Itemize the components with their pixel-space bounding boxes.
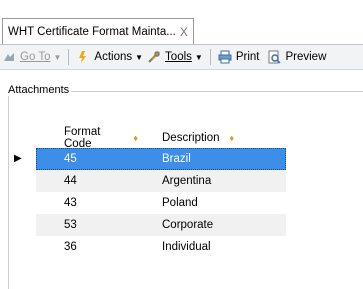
preview-icon xyxy=(267,50,282,64)
attachments-label: Attachments xyxy=(6,84,72,96)
preview-label: Preview xyxy=(285,51,327,63)
column-header-label: Description xyxy=(162,132,220,144)
actions-icon xyxy=(76,50,90,64)
tab-title: WHT Certificate Format Mainta... xyxy=(8,25,176,38)
grid-header: Format Code ♦ Description ♦ xyxy=(36,126,286,150)
cell-description: Corporate xyxy=(162,219,214,231)
cell-description: Brazil xyxy=(162,153,191,165)
toolbar-separator xyxy=(68,49,70,65)
cell-format-code: 45 xyxy=(64,153,77,165)
format-grid: Format Code ♦ Description ♦ ▶ 45 Brazil … xyxy=(14,126,286,258)
chevron-down-icon: ▼ xyxy=(194,52,203,62)
actions-label: Actions xyxy=(94,51,133,63)
table-row[interactable]: 36 Individual xyxy=(36,236,286,258)
close-icon[interactable]: X xyxy=(180,25,188,39)
goto-label: Go To xyxy=(20,51,51,63)
tab-wht-certificate-format[interactable]: WHT Certificate Format Mainta... X xyxy=(2,18,194,44)
cell-format-code: 44 xyxy=(64,175,77,187)
cell-description: Individual xyxy=(162,241,211,253)
row-indicator-icon: ▶ xyxy=(14,153,22,164)
cell-description: Argentina xyxy=(162,175,212,187)
tools-button[interactable]: Tools ▼ xyxy=(145,46,205,68)
cell-format-code: 36 xyxy=(64,241,77,253)
toolbar-separator xyxy=(209,49,211,65)
tools-label: Tools xyxy=(165,51,192,63)
cell-format-code: 43 xyxy=(64,197,77,209)
goto-icon xyxy=(2,50,16,64)
actions-button[interactable]: Actions ▼ xyxy=(74,46,145,68)
goto-button[interactable]: Go To ▼ xyxy=(0,46,63,68)
column-header-label: Format Code xyxy=(64,126,101,150)
preview-button[interactable]: Preview xyxy=(265,46,328,68)
column-header-format-code[interactable]: Format Code ♦ xyxy=(36,126,138,150)
tab-strip: WHT Certificate Format Mainta... X xyxy=(0,0,363,44)
column-header-description[interactable]: Description ♦ xyxy=(138,132,240,144)
cell-description: Poland xyxy=(162,197,198,209)
table-row[interactable]: 43 Poland xyxy=(36,192,286,214)
table-row[interactable]: ▶ 45 Brazil xyxy=(14,148,286,170)
table-row[interactable]: 53 Corporate xyxy=(36,214,286,236)
chevron-down-icon: ▼ xyxy=(135,52,144,62)
table-row[interactable]: 44 Argentina xyxy=(36,170,286,192)
tools-icon xyxy=(147,50,161,64)
cell-format-code: 53 xyxy=(64,219,77,231)
print-icon xyxy=(218,50,232,64)
toolbar: Go To ▼ Actions ▼ Tools ▼ Print Preview xyxy=(0,44,363,70)
chevron-down-icon: ▼ xyxy=(53,52,62,62)
print-label: Print xyxy=(235,51,260,63)
print-button[interactable]: Print xyxy=(216,46,262,68)
sort-icon: ♦ xyxy=(229,133,235,143)
